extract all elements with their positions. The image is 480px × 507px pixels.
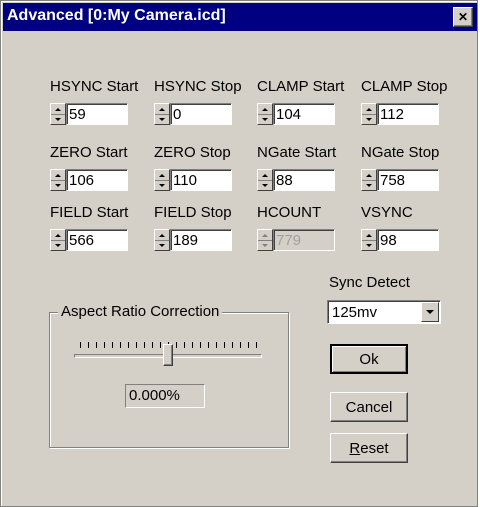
hcount-input: 779 — [273, 229, 335, 251]
slider-tick — [184, 342, 185, 348]
clamp-stop-input[interactable]: 112 — [377, 103, 439, 125]
reset-button-rest: eset — [360, 439, 389, 457]
slider-tick — [256, 342, 257, 348]
hsync-stop-spinner[interactable] — [154, 103, 170, 125]
aspect-ratio-slider-thumb[interactable] — [163, 344, 173, 366]
spin-down-icon[interactable] — [51, 180, 65, 190]
spin-down-icon[interactable] — [362, 114, 376, 124]
clamp-start-label: CLAMP Start — [257, 78, 345, 95]
reset-button-label: Reset — [349, 440, 388, 457]
slider-tick — [88, 342, 89, 348]
slider-tick — [152, 342, 153, 348]
sync-detect-label: Sync Detect — [329, 274, 410, 291]
slider-tick — [224, 342, 225, 348]
aspect-ratio-group — [49, 312, 289, 448]
clamp-start-input[interactable]: 104 — [273, 103, 335, 125]
field-stop-input[interactable]: 189 — [170, 229, 232, 251]
cancel-button-label: Cancel — [345, 398, 393, 416]
spin-down-icon — [258, 240, 272, 250]
hcount-label: HCOUNT — [257, 204, 322, 221]
ngate-start-input[interactable]: 88 — [273, 169, 335, 191]
hsync-stop-label: HSYNC Stop — [154, 78, 242, 95]
slider-tick — [128, 342, 129, 348]
ok-button[interactable]: Ok — [330, 344, 408, 374]
close-button[interactable]: ✕ — [453, 7, 473, 27]
zero-start-input[interactable]: 106 — [66, 169, 128, 191]
reset-mnemonic: R — [349, 439, 361, 457]
slider-tick — [208, 342, 209, 348]
vsync-label: VSYNC — [361, 204, 413, 221]
slider-tick — [104, 342, 105, 348]
spin-down-icon[interactable] — [155, 114, 169, 124]
zero-stop-input[interactable]: 110 — [170, 169, 232, 191]
spin-down-icon[interactable] — [258, 114, 272, 124]
hsync-stop-input[interactable]: 0 — [170, 103, 232, 125]
slider-tick — [216, 342, 217, 348]
window-title: Advanced [0:My Camera.icd] — [7, 7, 226, 24]
title-bar[interactable]: Advanced [0:My Camera.icd] ✕ — [3, 3, 477, 31]
slider-tick — [240, 342, 241, 348]
cancel-button[interactable]: Cancel — [330, 392, 408, 422]
slider-tick — [80, 342, 81, 348]
slider-tick — [144, 342, 145, 348]
ok-button-label: Ok — [359, 350, 379, 368]
sync-detect-value: 125mv — [332, 304, 378, 321]
close-icon: ✕ — [457, 10, 469, 24]
ngate-start-label: NGate Start — [257, 144, 337, 161]
slider-tick — [200, 342, 201, 348]
slider-tick — [176, 342, 177, 348]
spin-down-icon[interactable] — [51, 240, 65, 250]
hcount-spinner — [257, 229, 273, 251]
hsync-start-label: HSYNC Start — [50, 78, 139, 95]
slider-tick — [248, 342, 249, 348]
clamp-stop-label: CLAMP Stop — [361, 78, 448, 95]
ngate-stop-spinner[interactable] — [361, 169, 377, 191]
clamp-stop-spinner[interactable] — [361, 103, 377, 125]
vsync-spinner[interactable] — [361, 229, 377, 251]
slider-tick — [192, 342, 193, 348]
aspect-ratio-group-title: Aspect Ratio Correction — [58, 303, 223, 320]
reset-button[interactable]: Reset — [330, 433, 408, 463]
ngate-start-spinner[interactable] — [257, 169, 273, 191]
field-start-spinner[interactable] — [50, 229, 66, 251]
spin-down-icon[interactable] — [362, 180, 376, 190]
zero-stop-spinner[interactable] — [154, 169, 170, 191]
zero-start-label: ZERO Start — [50, 144, 128, 161]
slider-tick — [136, 342, 137, 348]
field-stop-spinner[interactable] — [154, 229, 170, 251]
spin-down-icon[interactable] — [155, 180, 169, 190]
aspect-ratio-readout: 0.000% — [125, 384, 205, 408]
chevron-down-icon[interactable] — [421, 302, 439, 322]
ngate-stop-input[interactable]: 758 — [377, 169, 439, 191]
spin-down-icon[interactable] — [155, 240, 169, 250]
field-start-input[interactable]: 566 — [66, 229, 128, 251]
clamp-start-spinner[interactable] — [257, 103, 273, 125]
vsync-input[interactable]: 98 — [377, 229, 439, 251]
sync-detect-select[interactable]: 125mv — [327, 300, 441, 324]
slider-tick — [232, 342, 233, 348]
zero-start-spinner[interactable] — [50, 169, 66, 191]
spin-down-icon[interactable] — [362, 240, 376, 250]
hsync-start-spinner[interactable] — [50, 103, 66, 125]
spin-down-icon[interactable] — [258, 180, 272, 190]
ngate-stop-label: NGate Stop — [361, 144, 440, 161]
slider-tick — [96, 342, 97, 348]
slider-tick — [120, 342, 121, 348]
slider-tick — [112, 342, 113, 348]
spin-down-icon[interactable] — [51, 114, 65, 124]
field-stop-label: FIELD Stop — [154, 204, 232, 221]
zero-stop-label: ZERO Stop — [154, 144, 231, 161]
hsync-start-input[interactable]: 59 — [66, 103, 128, 125]
slider-tick — [160, 342, 161, 348]
field-start-label: FIELD Start — [50, 204, 129, 221]
